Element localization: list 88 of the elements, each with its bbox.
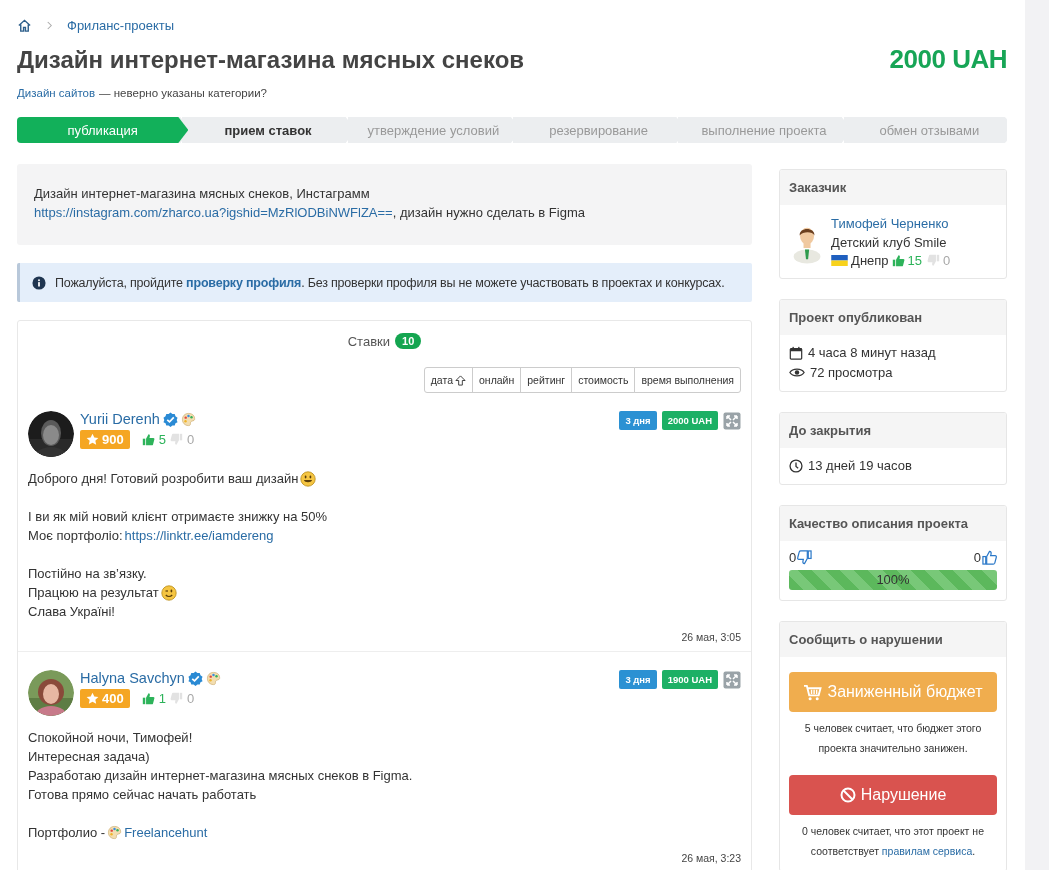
eye-icon — [789, 367, 805, 378]
thumbs-down-icon — [927, 254, 941, 267]
term-badge: 3 дня — [619, 411, 657, 430]
message-text: Моє портфоліо: — [28, 527, 123, 545]
views-count: 72 просмотра — [810, 364, 893, 381]
message-text: Интересная задача) — [28, 748, 150, 766]
card-title: Проект опубликован — [780, 300, 1006, 335]
dislikes-count: 0 — [186, 432, 195, 447]
project-budget: 2000 UAH — [889, 44, 1007, 75]
message-text: Працюю на результат — [28, 584, 159, 602]
likes-count: 5 — [158, 432, 166, 447]
city: Днепр — [851, 253, 889, 268]
link[interactable]: https://instagram.com/zharco.ua?igshid=MzRlODBiNWFlZA== — [34, 205, 393, 220]
home-icon[interactable] — [17, 17, 32, 33]
message-text: І ви як мій новий клієнт отримаєте знижку на 50% — [28, 508, 328, 526]
star-icon — [86, 433, 99, 446]
project-description: Дизайн интернет-магазина мясных снеков, Инстаграмм https://instagram.com/zharco.ua?igshid=MzRlODBiNWFlZA==, дизайн нужно сделать в Figma — [34, 185, 586, 222]
report-note: 5 человек считает, что бюджет этого проекта значительно занижен. — [803, 721, 983, 756]
dislikes-count: 0 — [186, 691, 195, 706]
violation-button[interactable]: Нарушение — [789, 775, 997, 815]
thumbs-up-icon[interactable] — [982, 550, 997, 565]
published-time: 4 часа 8 минут назад — [808, 344, 936, 361]
winking-face-icon — [160, 584, 177, 601]
sort-button[interactable]: стоимость — [571, 367, 636, 393]
palette-icon — [205, 670, 221, 686]
thumbs-up-icon — [141, 433, 155, 446]
term-badge: 3 дня — [619, 670, 657, 689]
bid-time: 26 мая, 3:23 — [681, 852, 741, 864]
report-note: 0 человек считает, что этот проект не соответствует правилам сервиса. — [801, 824, 985, 859]
message-text: Доброго дня! Готовий розробити ваш дизайн — [28, 470, 299, 488]
ban-icon — [839, 787, 856, 803]
message-text: Слава Україні! — [28, 603, 115, 621]
thumbs-down-icon — [169, 433, 183, 446]
sort-button[interactable]: рейтинг — [520, 367, 573, 393]
card-title: Заказчик — [780, 170, 1006, 205]
message-text: Постійно на зв’язку. — [28, 565, 147, 583]
rating-value: 400 — [102, 691, 124, 706]
dislikes-count: 0 — [789, 550, 797, 565]
flag-icon — [831, 255, 849, 266]
dislikes-count: 0 — [943, 253, 951, 268]
expand-icon[interactable] — [723, 411, 741, 430]
palette-icon — [107, 825, 123, 840]
message-text: Разработаю дизайн интернет-магазина мясных снеков в Figma. — [28, 767, 413, 785]
message-text: Готова прямо сейчас начать работать — [28, 786, 257, 804]
step: публикация — [17, 117, 189, 143]
notice-text: Пожалуйста, пройдите проверку профиля. Без проверки профиля вы не можете участвовать в проектах и конкурсах. — [55, 275, 725, 290]
star-icon — [86, 692, 99, 705]
card-title: Качество описания проекта — [780, 506, 1006, 541]
sort-button[interactable]: время выполнения — [634, 367, 741, 393]
thumbs-down-icon — [169, 692, 183, 705]
time-remaining: 13 дней 19 часов — [808, 457, 912, 474]
message-text: Портфолио - — [28, 824, 106, 842]
cart-icon — [803, 683, 823, 701]
info-icon — [32, 275, 46, 290]
calendar-icon — [789, 345, 803, 360]
customer-name[interactable]: Тимофей Черненко — [831, 216, 949, 231]
project-title: Дизайн интернет-магазина мясных снеков — [17, 45, 525, 74]
thumbs-down-icon[interactable] — [797, 550, 813, 565]
palette-icon — [180, 411, 196, 427]
category-note: — неверно указаны категории? — [99, 87, 267, 99]
company-name: Детский клуб Smile — [831, 235, 947, 250]
price-badge: 2000 UAH — [661, 411, 718, 430]
card-title: До закрытия — [780, 413, 1006, 448]
sort-button[interactable]: онлайн — [472, 367, 522, 393]
likes-count: 1 — [158, 691, 166, 706]
freelancer-name[interactable]: Halyna Savchyn — [80, 670, 185, 686]
chevron-icon — [46, 20, 53, 30]
expand-icon[interactable] — [723, 670, 741, 689]
count-badge: 10 — [395, 333, 422, 349]
clock-icon — [789, 458, 803, 473]
thumbs-up-icon — [891, 254, 905, 267]
likes-count: 0 — [973, 550, 981, 565]
price-badge: 1900 UAH — [661, 670, 718, 689]
category-link[interactable]: Дизайн сайтов — [17, 87, 96, 99]
bids-heading: Ставки — [347, 333, 390, 349]
message-text: Спокойной ночи, Тимофей! — [28, 729, 193, 747]
bid-time: 26 мая, 3:05 — [681, 631, 741, 643]
quality-percent: 100% — [875, 572, 911, 587]
freelancer-name[interactable]: Yurii Derenh — [80, 411, 160, 427]
likes-count: 15 — [907, 253, 923, 268]
grinning-face-icon — [300, 470, 317, 487]
link[interactable]: https://linktr.ee/iamdereng — [124, 526, 274, 545]
link[interactable]: Freelancehunt — [124, 823, 208, 842]
thumbs-up-icon — [141, 692, 155, 705]
breadcrumb-link[interactable]: Фриланс-проекты — [67, 17, 175, 33]
sort-button[interactable]: дата — [423, 367, 473, 393]
card-title: Сообщить о нарушении — [780, 622, 1006, 657]
rating-value: 900 — [102, 432, 124, 447]
